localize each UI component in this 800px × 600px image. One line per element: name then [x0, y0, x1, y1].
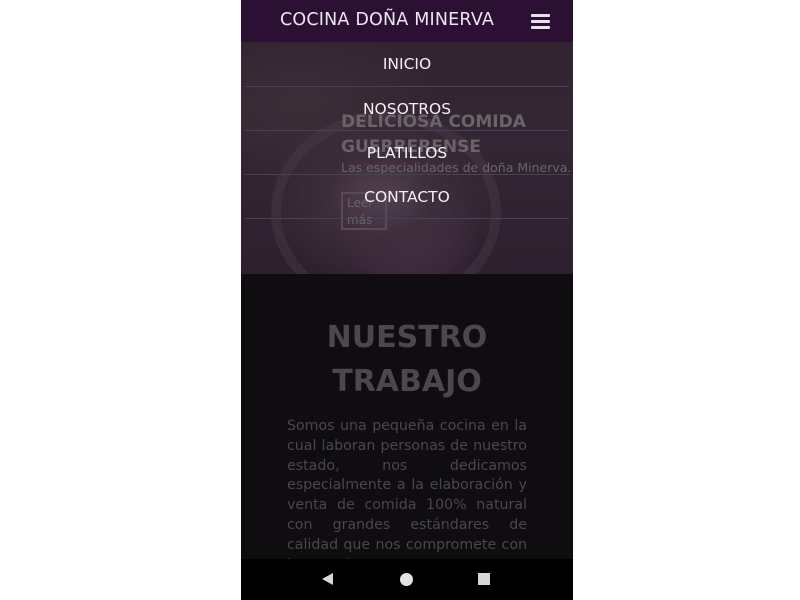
our-work-section: NUESTRO TRABAJO Somos una pequeña cocina… [241, 274, 573, 573]
menu-item-inicio[interactable]: INICIO [245, 42, 569, 87]
section-body-text: Somos una pequeña cocina en la cual labo… [287, 418, 527, 573]
android-navigation-bar [241, 559, 573, 600]
recents-button[interactable] [465, 559, 505, 600]
menu-item-platillos[interactable]: PLATILLOS [245, 131, 569, 175]
back-triangle-icon [322, 573, 333, 585]
hamburger-menu-icon[interactable] [531, 13, 551, 29]
top-app-bar: COCINA DOÑA MINERVA [241, 0, 573, 42]
back-button[interactable] [307, 559, 347, 600]
hamburger-line [531, 14, 550, 17]
home-button[interactable] [387, 559, 427, 600]
recents-square-icon [478, 573, 490, 585]
home-circle-icon [400, 573, 413, 586]
menu-item-contacto[interactable]: CONTACTO [245, 175, 569, 219]
hamburger-line [531, 20, 550, 23]
menu-item-nosotros[interactable]: NOSOTROS [245, 87, 569, 131]
brand-title[interactable]: COCINA DOÑA MINERVA [241, 0, 533, 42]
phone-screen: DELICIOSA COMIDA GUERRERENSE Las especia… [241, 0, 573, 600]
dropdown-nav-menu: INICIO NOSOTROS PLATILLOS CONTACTO [241, 42, 573, 219]
section-title: NUESTRO TRABAJO [326, 320, 488, 399]
hamburger-line [531, 26, 550, 29]
